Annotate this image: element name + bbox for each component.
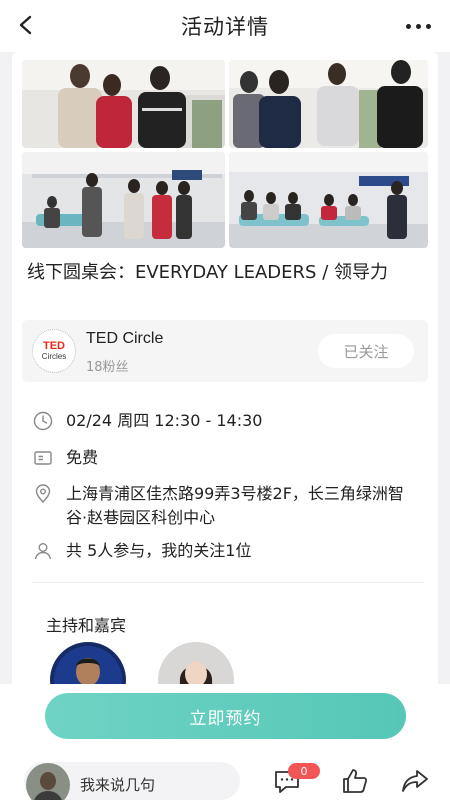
event-time-row: 02/24 周四 12:30 - 14:30 [32,409,262,433]
logo-text-circles: Circles [41,352,67,361]
event-address-row[interactable]: 上海青浦区佳杰路99弄3号楼2F，长三角绿洲智谷·赵巷园区科创中心 [32,482,412,530]
ticket-icon [32,447,54,469]
activity-detail-screen: 活动详情 线下圆桌会：EVERYDAY LEADERS / 领导力 TED Ci… [0,0,450,800]
event-photo-1[interactable] [22,60,225,148]
event-time: 02/24 周四 12:30 - 14:30 [66,411,263,430]
location-icon [32,483,54,505]
user-avatar [26,763,70,800]
page-title: 活动详情 [181,15,269,39]
bottom-action-bar: 我来说几句 0 [0,746,450,800]
organizer-logo: TED Circles [32,329,76,373]
event-fee: 免费 [66,448,99,467]
event-title: 线下圆桌会：EVERYDAY LEADERS / 领导力 [27,262,388,283]
event-card: 线下圆桌会：EVERYDAY LEADERS / 领导力 TED Circles… [12,52,438,692]
clock-icon [32,410,54,432]
organizer-name: TED Circle [86,330,164,347]
logo-text-ted: TED [43,340,65,352]
event-fee-row: 免费 [32,446,98,470]
reserve-bar: 立即预约 [0,684,450,746]
organizer-fans-count: 18粉丝 [86,360,129,375]
event-photo-collage [22,60,428,248]
back-icon[interactable] [12,10,42,40]
comment-placeholder[interactable]: 我来说几句 [80,774,155,795]
top-nav-bar: 活动详情 [0,0,450,52]
person-icon [32,540,54,562]
organizer-card[interactable]: TED Circles TED Circle 18粉丝 已关注 [22,320,428,382]
hosts-section-title: 主持和嘉宾 [46,616,127,635]
event-photo-3[interactable] [22,152,225,248]
like-icon[interactable] [340,766,370,796]
event-photo-2[interactable] [229,60,428,148]
event-participants-row[interactable]: 共 5人参与，我的关注1位 [32,539,251,563]
event-participants: 共 5人参与，我的关注1位 [66,541,252,560]
divider [32,582,424,583]
event-address: 上海青浦区佳杰路99弄3号楼2F，长三角绿洲智谷·赵巷园区科创中心 [66,484,404,527]
event-photo-4[interactable] [229,152,428,248]
comment-count-badge: 0 [288,763,320,779]
follow-button[interactable]: 已关注 [318,334,414,368]
more-icon[interactable] [402,12,434,40]
reserve-button[interactable]: 立即预约 [45,693,406,739]
share-icon[interactable] [400,766,430,796]
